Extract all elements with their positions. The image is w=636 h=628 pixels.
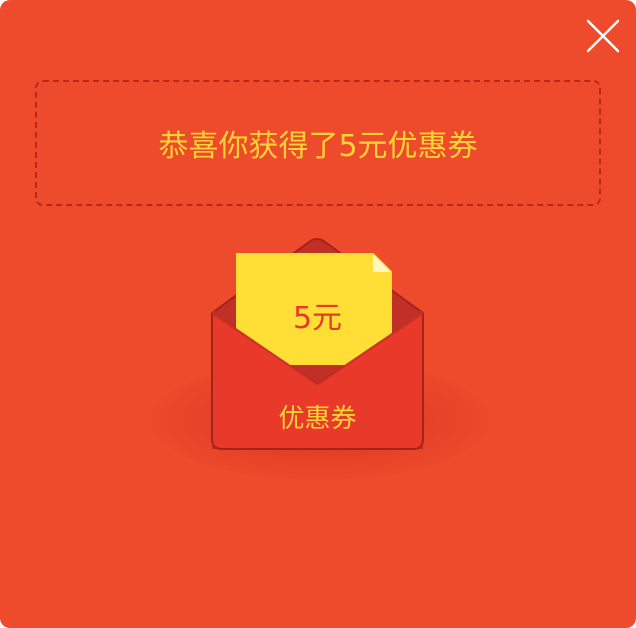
close-button[interactable] [584,17,622,55]
close-icon [586,19,620,53]
coupon-amount: 5元 [292,301,343,336]
coupon-dialog: 恭喜你获得了5元优惠券 5元 优惠券 [0,0,636,628]
coupon-label: 优惠券 [278,404,357,434]
congrats-message: 恭喜你获得了5元优惠券 [158,129,478,164]
message-banner: 恭喜你获得了5元优惠券 [35,80,601,206]
